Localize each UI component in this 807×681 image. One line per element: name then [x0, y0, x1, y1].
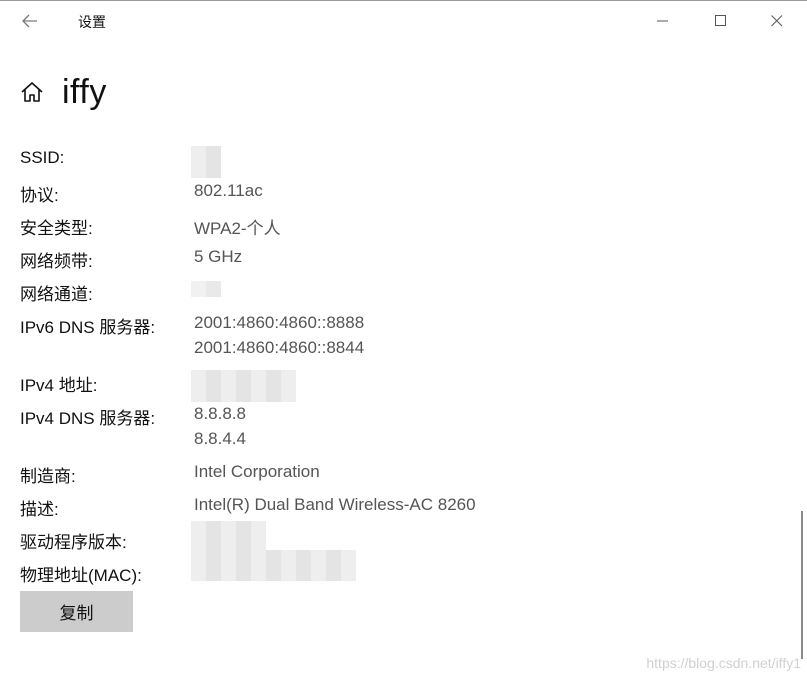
ipv4-address-redacted	[191, 370, 296, 402]
home-icon	[20, 79, 46, 105]
mac-address-redacted	[191, 550, 356, 581]
page-title: iffy	[62, 72, 107, 111]
back-arrow-icon	[22, 14, 37, 28]
maximize-button[interactable]	[698, 5, 744, 37]
title-bar: 设置	[0, 1, 807, 41]
ipv4-address-label: IPv4 地址:	[20, 376, 98, 395]
ssid-value-redacted	[191, 146, 221, 178]
network-channel-label: 网络通道:	[20, 285, 93, 304]
copy-button[interactable]: 复制	[20, 591, 133, 632]
driver-version-redacted	[191, 521, 266, 551]
network-band-label: 网络频带:	[20, 252, 93, 271]
ssid-label: SSID:	[20, 148, 65, 167]
close-icon	[771, 15, 783, 27]
security-type-label: 安全类型:	[20, 219, 93, 238]
ipv6-dns-value-secondary: 2001:4860:4860::8844	[194, 338, 365, 357]
ipv4-dns-label: IPv4 DNS 服务器:	[20, 409, 156, 428]
back-button[interactable]	[14, 7, 46, 35]
mac-address-label: 物理地址(MAC):	[20, 566, 142, 585]
description-label: 描述:	[20, 500, 59, 519]
driver-version-label: 驱动程序版本:	[20, 533, 127, 552]
maximize-icon	[715, 15, 726, 26]
network-band-value: 5 GHz	[194, 247, 243, 266]
channel-value-redacted	[191, 281, 221, 297]
minimize-icon	[657, 20, 668, 22]
minimize-button[interactable]	[640, 5, 686, 37]
ipv6-dns-value-primary: 2001:4860:4860::8888	[194, 313, 365, 332]
close-button[interactable]	[754, 5, 800, 37]
description-value: Intel(R) Dual Band Wireless-AC 8260	[194, 495, 476, 514]
security-type-value: WPA2-个人	[194, 219, 281, 238]
ipv4-dns-value-secondary: 8.8.4.4	[194, 429, 246, 448]
manufacturer-value: Intel Corporation	[194, 462, 320, 481]
ipv4-dns-value-primary: 8.8.8.8	[194, 404, 246, 423]
settings-window: 设置 iffy SSID: 协议: 802.11ac 安全类型: WPA2-个人…	[0, 0, 807, 681]
scrollbar[interactable]	[801, 511, 803, 659]
ipv6-dns-label: IPv6 DNS 服务器:	[20, 318, 156, 337]
page-header: iffy	[20, 69, 107, 115]
protocol-value: 802.11ac	[194, 181, 263, 200]
window-title: 设置	[78, 14, 106, 30]
manufacturer-label: 制造商:	[20, 467, 76, 486]
watermark-text: https://blog.csdn.net/iffy1	[646, 655, 801, 671]
protocol-label: 协议:	[20, 186, 59, 205]
